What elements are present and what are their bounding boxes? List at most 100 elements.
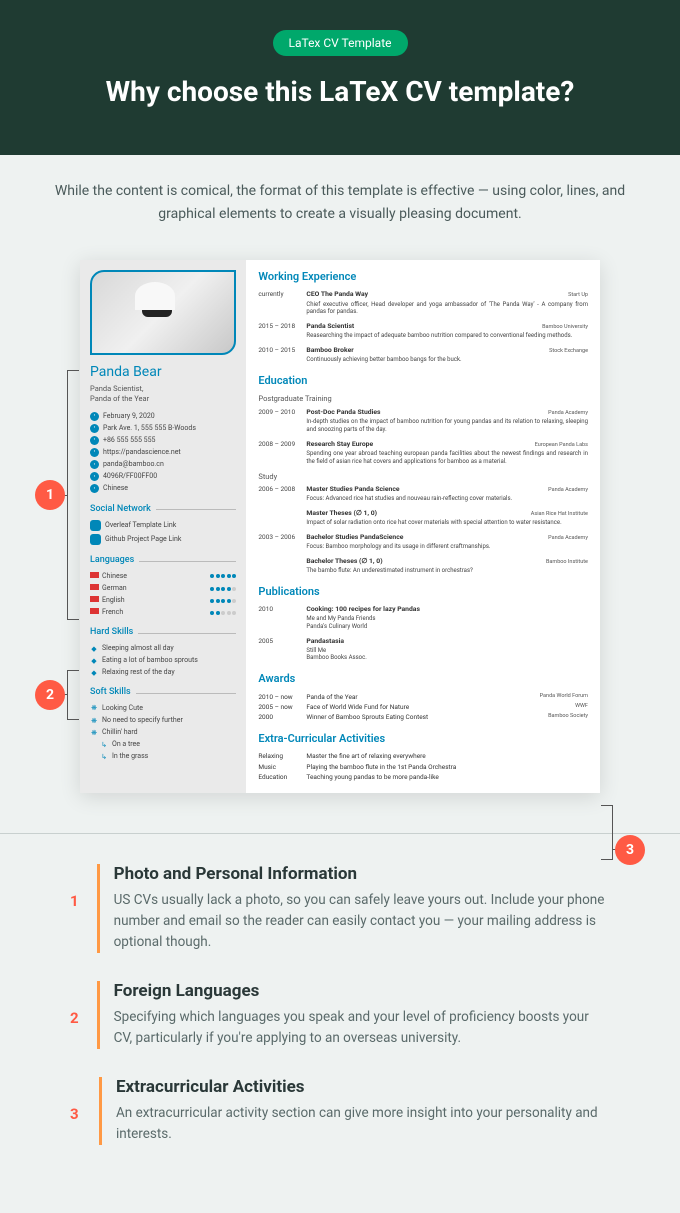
contact-row: •Chinese [90,484,236,493]
profile-photo [90,270,236,355]
softskill-row: ❋Looking Cute [90,704,236,713]
contact-icon: • [90,448,99,457]
social-icon [90,534,101,545]
softskills-heading: Soft Skills [90,687,236,699]
hardskill-row: ◆Relaxing rest of the day [90,668,236,677]
cv-entry: 2008 – 2009Research Stay EuropeEuropean … [258,440,588,466]
cv-preview-wrap: 1 2 3 Panda Bear Panda Scientist, Panda … [0,250,680,833]
cv-main: Working Experience currentlyCEO The Pand… [246,260,600,793]
softskill-row: ❋Chillin' hard [90,728,236,737]
postgrad-label: Postgraduate Training [258,394,588,404]
flag-icon [90,608,99,614]
tip-title: Photo and Personal Information [114,864,610,884]
contact-icon: • [90,424,99,433]
languages-heading: Languages [90,555,236,567]
callout-badge-2: 2 [35,680,65,710]
tip-number: 3 [70,1077,81,1145]
skill-icon: ◆ [90,669,98,677]
contact-row: •panda@bamboo.cn [90,460,236,469]
skill-icon: ↳ [100,741,108,749]
tip-text: Specifying which languages you speak and… [114,1007,610,1049]
cv-entry: 2003 – 2006Bachelor Studies PandaScience… [258,533,588,551]
award-entry: 2000Winner of Bamboo Sprouts Eating Cont… [258,713,588,721]
cv-entry: 2009 – 2010Post-Doc Panda StudiesPanda A… [258,408,588,434]
tip-text: US CVs usually lack a photo, so you can … [114,890,610,953]
pub-heading: Publications [258,585,588,599]
tip-number: 1 [70,864,79,953]
pub-entry: 2005PandastasiaStill Me Bamboo Books Ass… [258,637,588,662]
tip-item: 3 Extracurricular Activities An extracurri… [70,1077,610,1145]
contact-row: •February 9, 2020 [90,412,236,421]
cv-entry: 2010 – 2015Bamboo BrokerStock ExchangeCo… [258,346,588,364]
cv-entry: Master Theses (∅ 1, 0)Asian Rice Hat Ins… [258,509,588,527]
aw-heading: Awards [258,672,588,686]
page-header: LaTex CV Template Why choose this LaTeX … [0,0,680,155]
contact-row: •+86 555 555 555 [90,436,236,445]
skill-icon: ❋ [90,704,98,712]
award-entry: 2005 – nowFace of World Wide Fund for Na… [258,703,588,711]
contact-row: •Park Ave. 1, 555 555 B-Woods [90,424,236,433]
hardskill-row: ◆Sleeping almost all day [90,644,236,653]
skill-icon: ❋ [90,717,98,725]
hardskills-heading: Hard Skills [90,627,236,639]
flag-icon [90,596,99,602]
contact-icon: • [90,436,99,445]
language-row: Chinese [90,572,236,581]
cv-entry: currentlyCEO The Panda WayStart UpChief … [258,290,588,316]
social-row: Github Project Page Link [90,534,236,545]
softskill-row: ↳On a tree [90,740,236,749]
tips-section: 1 Photo and Personal Information US CVs us… [0,864,680,1212]
we-heading: Working Experience [258,270,588,284]
bracket-2 [67,670,79,720]
cv-sidebar: Panda Bear Panda Scientist, Panda of the… [80,260,246,793]
ec-heading: Extra-Curricular Activities [258,732,588,746]
ed-heading: Education [258,374,588,388]
language-row: English [90,596,236,605]
skill-icon: ❋ [90,729,98,737]
tip-title: Extracurricular Activities [116,1077,610,1097]
contact-row: •4096R/FF00FF00 [90,472,236,481]
intro-text: While the content is comical, the format… [0,155,680,250]
social-icon [90,520,101,531]
pub-entry: 2010Cooking: 100 recipes for lazy Pandas… [258,605,588,630]
hardskill-row: ◆Eating a lot of bamboo sprouts [90,656,236,665]
softskill-row: ↳In the grass [90,752,236,761]
activity-entry: EducationTeaching young pandas to be mor… [258,773,588,781]
social-row: Overleaf Template Link [90,520,236,531]
softskill-row: ❋No need to specify further [90,716,236,725]
cv-entry: Bachelor Theses (∅ 1, 0)Bamboo Institute… [258,557,588,575]
contact-icon: • [90,412,99,421]
contact-icon: • [90,484,99,493]
callout-badge-1: 1 [35,480,65,510]
divider [0,833,680,834]
skill-icon: ◆ [90,645,98,653]
award-entry: 2010 – nowPanda of the YearPanda World F… [258,693,588,701]
bracket-3 [601,805,613,860]
activity-entry: RelaxingMaster the fine art of relaxing … [258,752,588,760]
contact-icon: • [90,460,99,469]
tip-item: 2 Foreign Languages Specifying which langu… [70,981,610,1049]
tip-text: An extracurricular activity section can … [116,1103,610,1145]
flag-icon [90,584,99,590]
cv-document: Panda Bear Panda Scientist, Panda of the… [80,260,600,793]
cv-entry: 2015 – 2018Panda ScientistBamboo Univers… [258,322,588,340]
skill-icon: ◆ [90,657,98,665]
bracket-1 [67,370,79,620]
skill-icon: ↳ [100,753,108,761]
language-row: French [90,608,236,617]
social-heading: Social Network [90,504,236,516]
category-pill: LaTex CV Template [273,30,408,56]
callout-badge-3: 3 [615,835,645,865]
flag-icon [90,572,99,578]
language-row: German [90,584,236,593]
page-title: Why choose this LaTeX CV template? [20,74,660,110]
cv-entry: 2006 – 2008Master Studies Panda ScienceP… [258,485,588,503]
study-label: Study [258,472,588,482]
tip-number: 2 [70,981,79,1049]
cv-role: Panda Scientist, Panda of the Year [90,384,236,404]
contact-icon: • [90,472,99,481]
contact-row: •https://pandascience.net [90,448,236,457]
tip-title: Foreign Languages [114,981,610,1001]
cv-name: Panda Bear [90,363,236,381]
tip-item: 1 Photo and Personal Information US CVs us… [70,864,610,953]
